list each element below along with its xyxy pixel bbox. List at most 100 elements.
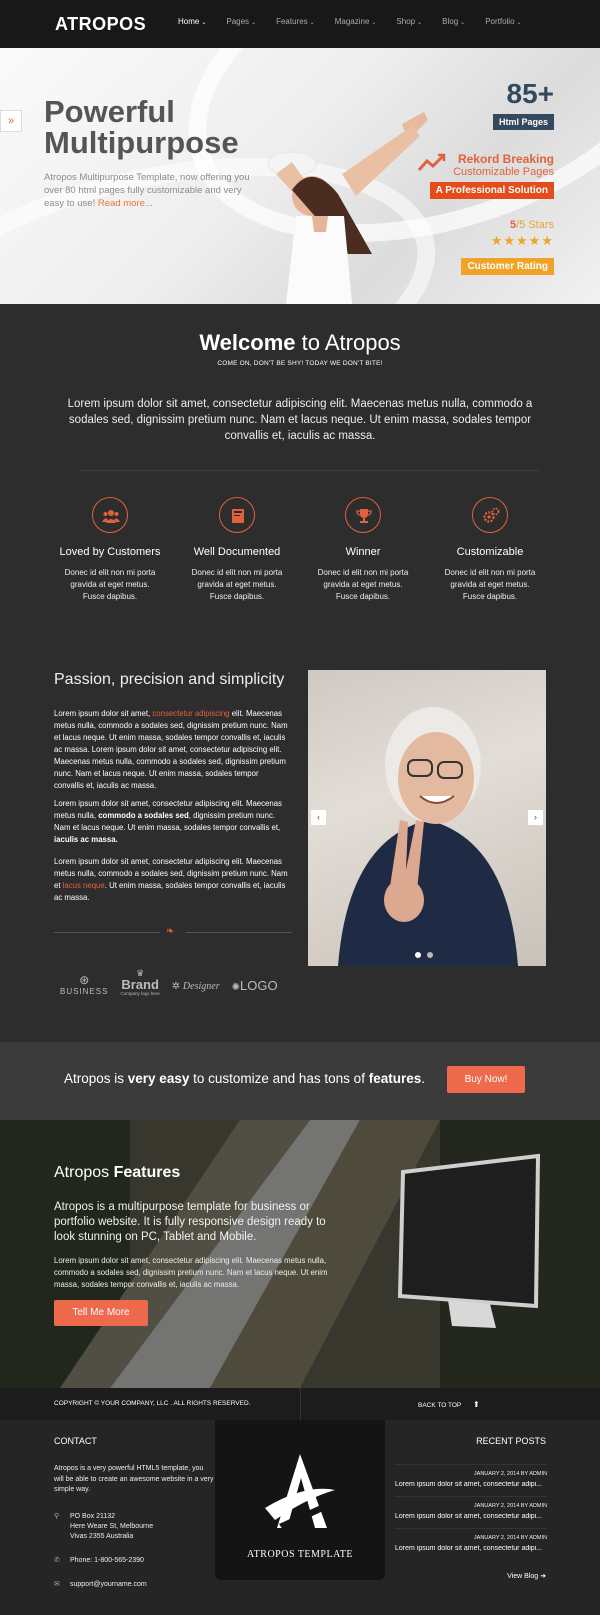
feature-card: Loved by Customers Donec id elit non mi … [50, 497, 170, 603]
menu-item-magazine[interactable]: Magazine ⌄ [335, 17, 377, 26]
logo-text: LOGO [239, 978, 278, 993]
feature-title: Loved by Customers [59, 546, 161, 558]
feature-icon-circle [345, 497, 381, 533]
site-logo[interactable]: ATROPOS [55, 14, 146, 35]
address-row: ⚲ PO Box 21132 Here Weare St, Melbourne Vi… [54, 1512, 153, 1542]
passion-paragraph: Lorem ipsum dolor sit amet, consectetur … [54, 798, 290, 846]
post-title[interactable]: Lorem ipsum dolor sit amet, consectetur … [395, 1545, 547, 1552]
hero-title: Powerful Multipurpose [44, 96, 274, 158]
view-blog-link[interactable]: View Blog ➜ [507, 1572, 546, 1580]
slider-dot[interactable] [427, 952, 433, 958]
post-meta: JANUARY 2, 2014 BY ADMIN [473, 1503, 547, 1509]
bold-text: commodo a sodales sed [98, 811, 189, 820]
arrow-right-icon: ➜ [540, 1573, 546, 1580]
chevron-down-icon: ⌄ [371, 20, 377, 26]
trophy-icon [356, 509, 372, 523]
sun-icon: ✺ [231, 982, 240, 993]
features-lead: Atropos is a multipurpose template for b… [54, 1201, 326, 1243]
cta-bold: very easy [127, 1071, 190, 1086]
inline-link[interactable]: consectetur adipiscing [152, 709, 229, 718]
slider-prev-button[interactable]: ‹ [311, 810, 326, 825]
back-to-top-label: BACK TO TOP [418, 1402, 462, 1409]
paragraph-text: Lorem ipsum dolor sit amet, [54, 709, 153, 718]
menu-item-label: Portfolio [485, 17, 515, 26]
logo-text: Brand [121, 977, 159, 992]
feature-icon-circle [92, 497, 128, 533]
logo-text: Designer [182, 981, 220, 992]
menu-item-home[interactable]: Home ⌄ [178, 17, 206, 26]
feature-description: Donec id elit non mi porta gravida at eg… [317, 568, 409, 601]
menu-item-blog[interactable]: Blog ⌄ [442, 17, 465, 26]
cta-bold: features [368, 1071, 422, 1086]
client-logo-logo[interactable]: ✺LOGO [232, 978, 278, 996]
feature-card: Customizable Donec id elit non mi porta … [430, 497, 550, 603]
gears-icon [483, 507, 500, 523]
menu-item-label: Magazine [334, 17, 370, 26]
logo-text: BUSINESS [60, 987, 109, 996]
post-title[interactable]: Lorem ipsum dolor sit amet, consectetur … [395, 1481, 547, 1488]
contact-description: Atropos is a very powerful HTML5 templat… [54, 1465, 214, 1493]
cta-text-part: . [421, 1071, 425, 1086]
feature-description: Donec id elit non mi porta gravida at eg… [444, 568, 536, 601]
slider-toggle-button[interactable]: » [0, 110, 22, 132]
star-rating-icon: ★★★★★ [490, 233, 554, 248]
chevron-down-icon: ⌄ [516, 20, 522, 26]
hero-title-line: Powerful [44, 94, 175, 129]
chevron-down-icon: ⌄ [201, 20, 207, 26]
address-line: Vivas 2355 Australia [70, 1533, 134, 1540]
tell-me-more-button[interactable]: Tell Me More [54, 1300, 148, 1326]
post-title[interactable]: Lorem ipsum dolor sit amet, consectetur … [395, 1513, 547, 1520]
client-logo-brand[interactable]: ♛ Brand Company logo here [120, 968, 159, 996]
customer-rating-badge: Customer Rating [461, 258, 554, 275]
chevron-down-icon: ⌄ [309, 20, 315, 26]
welcome-title-rest: to Atropos [295, 330, 401, 355]
cta-text-part: to customize and has tons of [189, 1071, 369, 1086]
slider-next-button[interactable]: › [528, 810, 543, 825]
menu-item-shop[interactable]: Shop ⌄ [396, 17, 422, 26]
client-logos: ⊛ BUSINESS ♛ Brand Company logo here ✲ Desi… [60, 968, 278, 996]
phone-icon: ✆ [54, 1557, 60, 1564]
pages-count: 85+ [506, 78, 555, 109]
hero-title-line: Multipurpose [44, 125, 239, 160]
read-more-link[interactable]: Read more... [98, 198, 153, 209]
slider-dot[interactable] [415, 952, 421, 958]
slider-photo [308, 670, 546, 966]
menu-item-label: Features [276, 17, 308, 26]
features-title-text: Atropos [54, 1164, 114, 1181]
section-divider [80, 470, 540, 471]
post-meta: JANUARY 2, 2014 BY ADMIN [473, 1535, 547, 1541]
chevron-down-icon: ⌄ [251, 20, 257, 26]
road-landscape-photo [0, 1120, 600, 1388]
menu-item-portfolio[interactable]: Portfolio ⌄ [485, 17, 521, 26]
recent-post[interactable]: JANUARY 2, 2014 BY ADMIN Lorem ipsum dol… [395, 1464, 547, 1488]
phone-number: Phone: 1-800-565-2390 [70, 1557, 144, 1564]
back-to-top-link[interactable]: BACK TO TOP ⬆ [418, 1400, 480, 1409]
welcome-text: Lorem ipsum dolor sit amet, consectetur … [67, 398, 533, 442]
footer-logo-caption: ATROPOS TEMPLATE [247, 1549, 353, 1560]
client-logo-business[interactable]: ⊛ BUSINESS [60, 973, 108, 996]
menu-item-label: Pages [226, 17, 250, 26]
menu-item-label: Blog [442, 17, 459, 26]
cta-text-part: Atropos is [64, 1071, 128, 1086]
envelope-icon: ✉ [54, 1581, 60, 1588]
rekord-title: Rekord Breaking [457, 152, 554, 166]
address-line: Here Weare St, Melbourne [70, 1523, 154, 1530]
email-link[interactable]: support@yourname.com [70, 1580, 147, 1590]
menu-item-label: Shop [396, 17, 416, 26]
menu-item-features[interactable]: Features ⌄ [276, 17, 315, 26]
top-navigation-bar: ATROPOS Home ⌄ Pages ⌄ Features ⌄ Magazine ⌄… [0, 0, 600, 48]
recent-post[interactable]: JANUARY 2, 2014 BY ADMIN Lorem ipsum dol… [395, 1496, 547, 1520]
divider-line [186, 932, 292, 933]
features-title-bold: Features [113, 1164, 181, 1181]
copyright-separator [300, 1388, 301, 1420]
recent-posts-heading: RECENT POSTS [476, 1436, 546, 1446]
feature-description: Donec id elit non mi porta gravida at eg… [64, 568, 156, 601]
woman-photo [267, 112, 428, 304]
client-logo-designer[interactable]: ✲ Designer [172, 981, 220, 996]
buy-now-button[interactable]: Buy Now! [447, 1066, 525, 1093]
inline-link[interactable]: lacus neque [63, 881, 105, 890]
recent-post[interactable]: JANUARY 2, 2014 BY ADMIN Lorem ipsum dol… [395, 1528, 547, 1552]
book-icon [232, 509, 244, 523]
professional-solution-badge: A Professional Solution [429, 182, 554, 199]
menu-item-pages[interactable]: Pages ⌄ [226, 17, 256, 26]
